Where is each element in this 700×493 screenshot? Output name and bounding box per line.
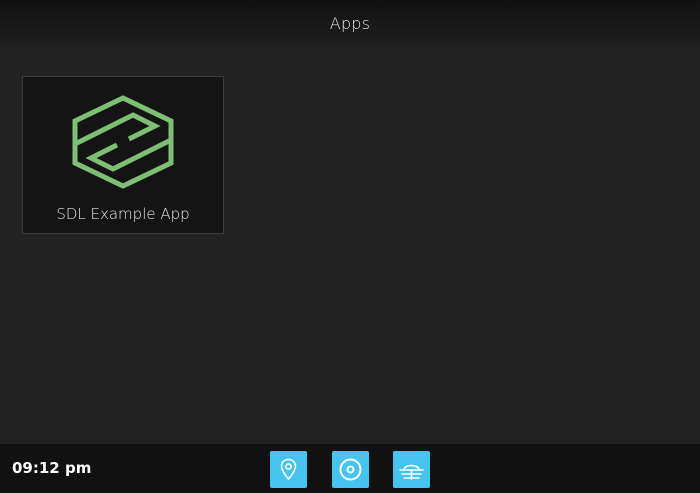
app-tile-sdl-example[interactable]: SDL Example App xyxy=(22,76,224,234)
climate-icon xyxy=(399,464,424,480)
apps-screen: Apps SDL Example App 09:12 pm xyxy=(0,0,700,493)
page-title: Apps xyxy=(329,14,371,33)
navigation-button[interactable] xyxy=(270,451,307,488)
disc-icon xyxy=(339,458,362,481)
bottom-bar: 09:12 pm xyxy=(0,444,700,493)
clock: 09:12 pm xyxy=(12,459,92,477)
map-pin-icon xyxy=(280,458,297,481)
sdl-logo-icon xyxy=(72,95,174,189)
app-label: SDL Example App xyxy=(56,205,190,223)
media-button[interactable] xyxy=(332,451,369,488)
header: Apps xyxy=(0,0,700,52)
climate-button[interactable] xyxy=(393,451,430,488)
